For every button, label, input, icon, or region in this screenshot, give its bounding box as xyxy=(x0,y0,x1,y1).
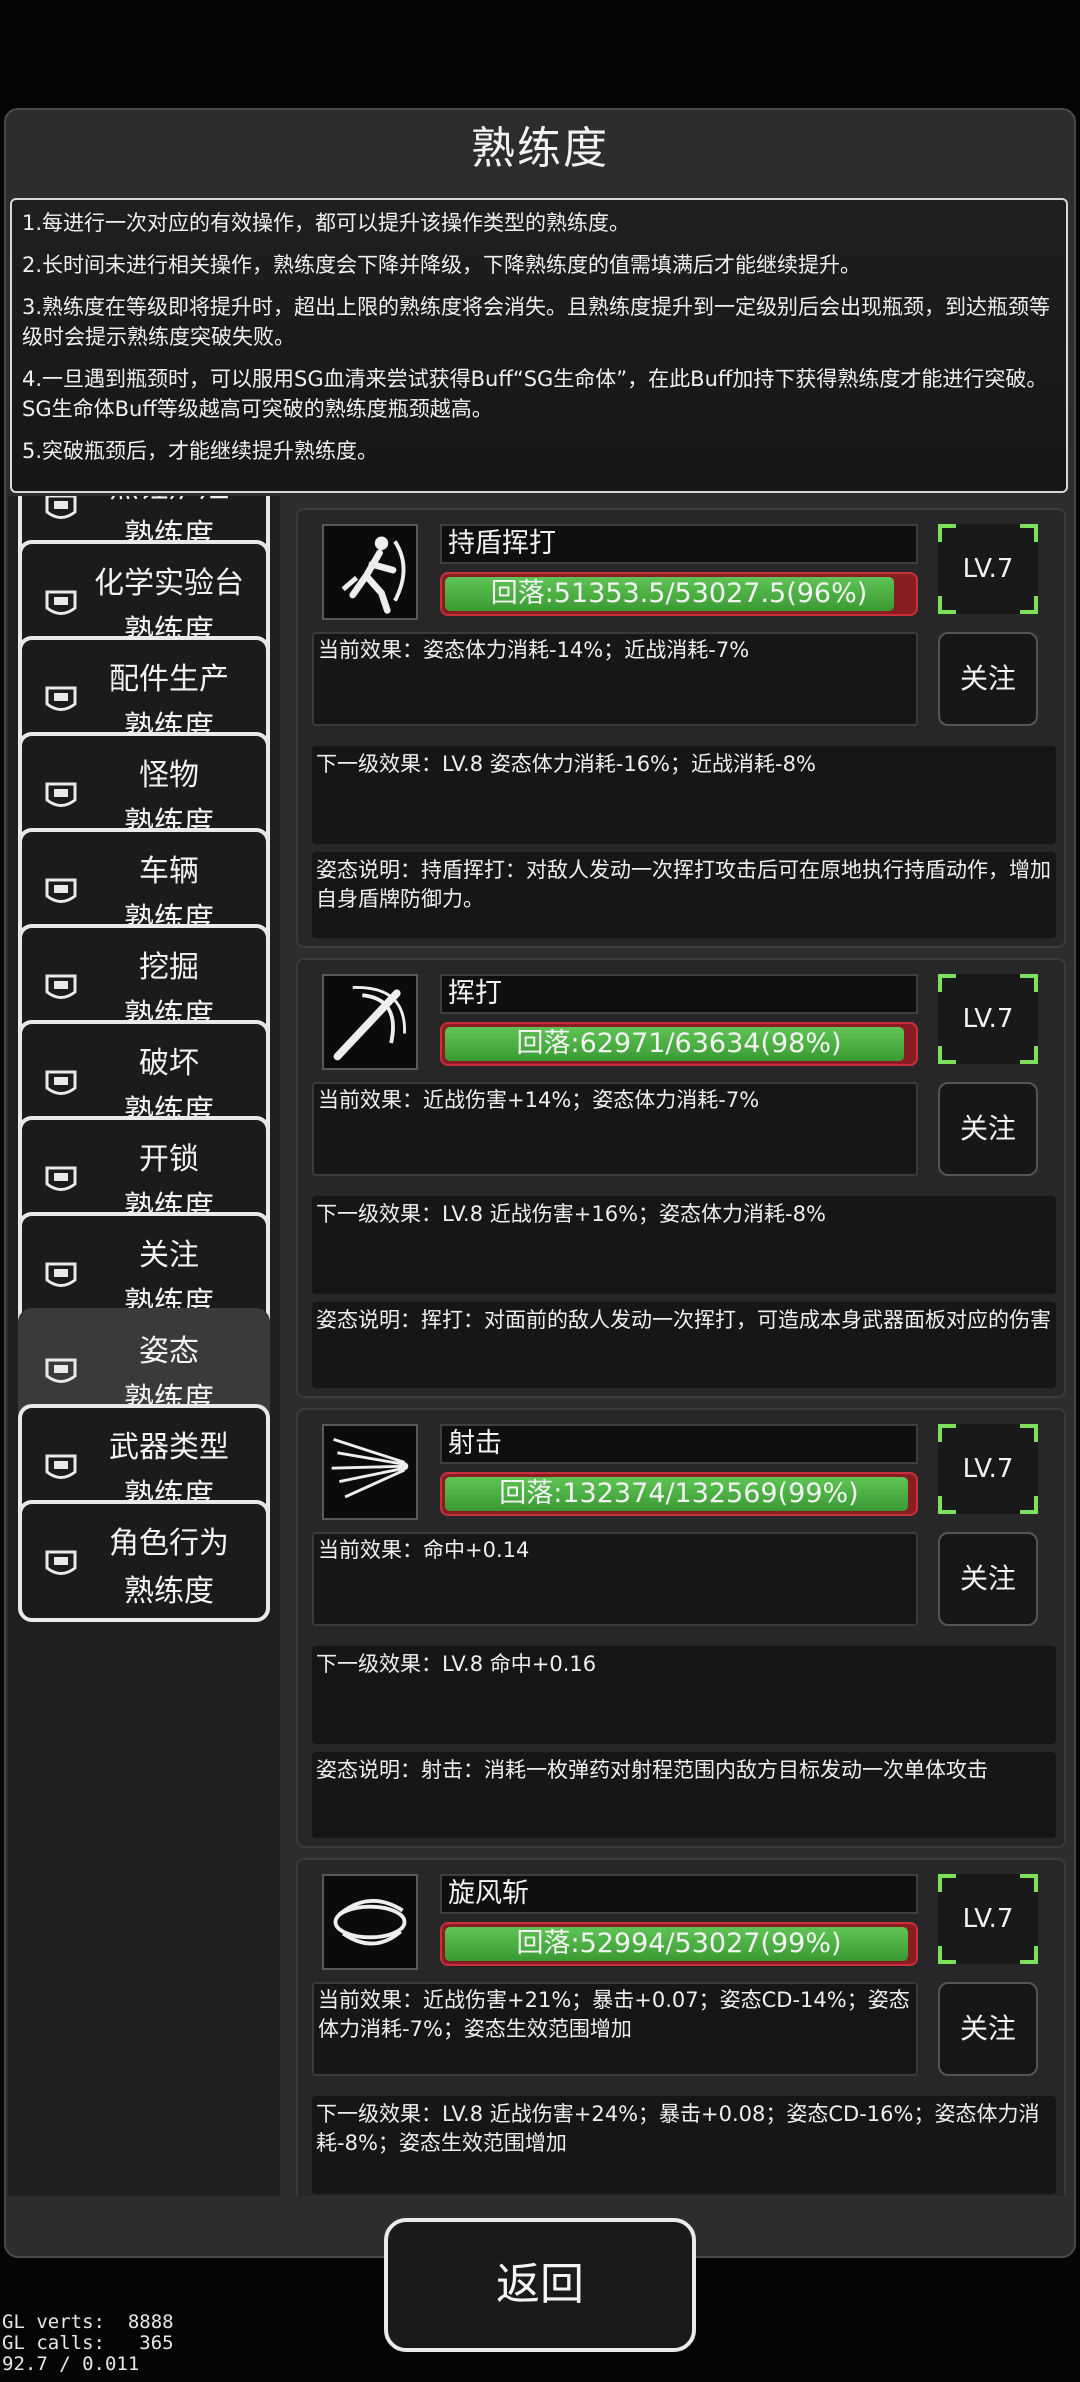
progress-text: 回落:132374/132569(99%) xyxy=(499,1478,859,1509)
skill-description: 姿态说明：挥打：对面前的敌人发动一次挥打，可造成本身武器面板对应的伤害 xyxy=(312,1302,1056,1388)
corner-bracket xyxy=(1020,1874,1038,1892)
category-label: 关注 xyxy=(139,1238,199,1273)
badge-icon xyxy=(44,972,78,1004)
progress-text: 回落:62971/63634(98%) xyxy=(516,1028,842,1059)
corner-bracket xyxy=(938,1946,956,1964)
debug-overlay: GL verts: 8888 GL calls: 365 92.7 / 0.011 xyxy=(2,2312,174,2375)
current-effect: 当前效果：近战伤害+21%；暴击+0.07；姿态CD-14%；姿态体力消耗-7%… xyxy=(312,1982,918,2076)
next-effect: 下一级效果：LV.8 近战伤害+16%；姿态体力消耗-8% xyxy=(312,1196,1056,1294)
skill-card: 持盾挥打回落:51353.5/53027.5(96%) LV.7 当前效果：姿态体力… xyxy=(296,508,1066,948)
next-effect: 下一级效果：LV.8 近战伤害+24%；暴击+0.08；姿态CD-16%；姿态体… xyxy=(312,2096,1056,2194)
corner-bracket xyxy=(1020,1946,1038,1964)
corner-bracket xyxy=(938,1874,956,1892)
progress-bar: 回落:51353.5/53027.5(96%) xyxy=(440,572,918,616)
badge-icon xyxy=(44,496,78,524)
badge-icon xyxy=(44,1548,78,1580)
skill-card: 挥打回落:62971/63634(98%) LV.7 当前效果：近战伤害+14%；姿… xyxy=(296,958,1066,1398)
category-sublabel: 熟练度 xyxy=(124,1574,214,1609)
corner-bracket xyxy=(1020,596,1038,614)
level-text: LV.7 xyxy=(962,1004,1014,1034)
level-text: LV.7 xyxy=(962,554,1014,584)
category-list[interactable]: 烹饪炉灶熟练度化学实验台熟练度配件生产熟练度怪物熟练度车辆熟练度挖掘熟练度破坏熟… xyxy=(8,496,280,2196)
next-effect: 下一级效果：LV.8 姿态体力消耗-16%；近战消耗-8% xyxy=(312,746,1056,844)
skill-name: 持盾挥打 xyxy=(440,524,918,564)
category-item[interactable]: 角色行为 熟练度 xyxy=(18,1500,270,1622)
category-label: 角色行为 xyxy=(109,1526,229,1561)
badge-icon xyxy=(44,1452,78,1484)
level-badge: LV.7 xyxy=(938,974,1038,1064)
corner-bracket xyxy=(1020,1424,1038,1442)
category-label: 车辆 xyxy=(139,854,199,889)
category-label: 烹饪炉灶 xyxy=(78,496,260,506)
badge-icon xyxy=(44,1164,78,1196)
follow-button[interactable]: 关注 xyxy=(938,1982,1038,2076)
skill-name: 旋风斩 xyxy=(440,1874,918,1914)
shoot-icon xyxy=(322,1424,418,1520)
info-line: 2.长时间未进行相关操作，熟练度会下降并降级，下降熟练度的值需填满后才能继续提升… xyxy=(22,253,862,277)
level-text: LV.7 xyxy=(962,1904,1014,1934)
skill-name: 射击 xyxy=(440,1424,918,1464)
debug-line: 92.7 / 0.011 xyxy=(2,2353,140,2375)
info-line: 5.突破瓶颈后，才能继续提升熟练度。 xyxy=(22,439,379,463)
corner-bracket xyxy=(938,524,956,542)
level-badge: LV.7 xyxy=(938,524,1038,614)
badge-icon xyxy=(44,1260,78,1292)
shield-swing-icon xyxy=(322,524,418,620)
badge-icon xyxy=(44,876,78,908)
level-badge: LV.7 xyxy=(938,1874,1038,1964)
corner-bracket xyxy=(938,1496,956,1514)
level-text: LV.7 xyxy=(962,1454,1014,1484)
corner-bracket xyxy=(938,1046,956,1064)
category-label: 开锁 xyxy=(139,1142,199,1177)
skill-description: 姿态说明：射击：消耗一枚弹药对射程范围内敌方目标发动一次单体攻击 xyxy=(312,1752,1056,1838)
skill-description: 姿态说明：持盾挥打：对敌人发动一次挥打攻击后可在原地执行持盾动作，增加自身盾牌防… xyxy=(312,852,1056,938)
corner-bracket xyxy=(1020,1046,1038,1064)
current-effect: 当前效果：近战伤害+14%；姿态体力消耗-7% xyxy=(312,1082,918,1176)
debug-line: GL calls: 365 xyxy=(2,2332,174,2354)
info-line: 3.熟练度在等级即将提升时，超出上限的熟练度将会消失。且熟练度提升到一定级别后会… xyxy=(22,295,1051,349)
current-effect: 当前效果：命中+0.14 xyxy=(312,1532,918,1626)
progress-bar: 回落:132374/132569(99%) xyxy=(440,1472,918,1516)
skill-name: 挥打 xyxy=(440,974,918,1014)
corner-bracket xyxy=(938,974,956,992)
follow-button[interactable]: 关注 xyxy=(938,1082,1038,1176)
corner-bracket xyxy=(938,596,956,614)
whirlwind-icon xyxy=(322,1874,418,1970)
back-button[interactable]: 返回 xyxy=(384,2218,696,2352)
next-effect: 下一级效果：LV.8 命中+0.16 xyxy=(312,1646,1056,1744)
badge-icon xyxy=(44,588,78,620)
info-line: 4.一旦遇到瓶颈时，可以服用SG血清来尝试获得Buff“SG生命体”，在此Buf… xyxy=(22,367,1048,421)
debug-line: GL verts: 8888 xyxy=(2,2311,174,2333)
category-label: 武器类型 xyxy=(109,1430,229,1465)
corner-bracket xyxy=(1020,524,1038,542)
progress-text: 回落:51353.5/53027.5(96%) xyxy=(490,578,868,609)
category-label: 挖掘 xyxy=(139,950,199,985)
skill-card: 旋风斩回落:52994/53027(99%) LV.7 当前效果：近战伤害+21%；… xyxy=(296,1858,1066,2196)
category-label: 化学实验台 xyxy=(94,566,244,601)
current-effect: 当前效果：姿态体力消耗-14%；近战消耗-7% xyxy=(312,632,918,726)
category-label: 怪物 xyxy=(139,758,199,793)
info-line: 1.每进行一次对应的有效操作，都可以提升该操作类型的熟练度。 xyxy=(22,211,631,235)
corner-bracket xyxy=(1020,974,1038,992)
corner-bracket xyxy=(1020,1496,1038,1514)
badge-icon xyxy=(44,684,78,716)
follow-button[interactable]: 关注 xyxy=(938,632,1038,726)
progress-bar: 回落:52994/53027(99%) xyxy=(440,1922,918,1966)
badge-icon xyxy=(44,1068,78,1100)
badge-icon xyxy=(44,780,78,812)
progress-text: 回落:52994/53027(99%) xyxy=(516,1928,842,1959)
corner-bracket xyxy=(938,1424,956,1442)
follow-button[interactable]: 关注 xyxy=(938,1532,1038,1626)
category-label: 破坏 xyxy=(139,1046,199,1081)
category-label: 配件生产 xyxy=(109,662,229,697)
info-box: 1.每进行一次对应的有效操作，都可以提升该操作类型的熟练度。 2.长时间未进行相… xyxy=(10,198,1068,493)
progress-bar: 回落:62971/63634(98%) xyxy=(440,1022,918,1066)
swing-icon xyxy=(322,974,418,1070)
page-title: 熟练度 xyxy=(471,123,609,174)
category-label: 姿态 xyxy=(139,1334,199,1369)
skill-card: 射击回落:132374/132569(99%) LV.7 当前效果：命中+0.14 关… xyxy=(296,1408,1066,1848)
skill-card-list[interactable]: 持盾挥打回落:51353.5/53027.5(96%) LV.7 当前效果：姿态体力… xyxy=(296,508,1070,2196)
badge-icon xyxy=(44,1356,78,1388)
level-badge: LV.7 xyxy=(938,1424,1038,1514)
